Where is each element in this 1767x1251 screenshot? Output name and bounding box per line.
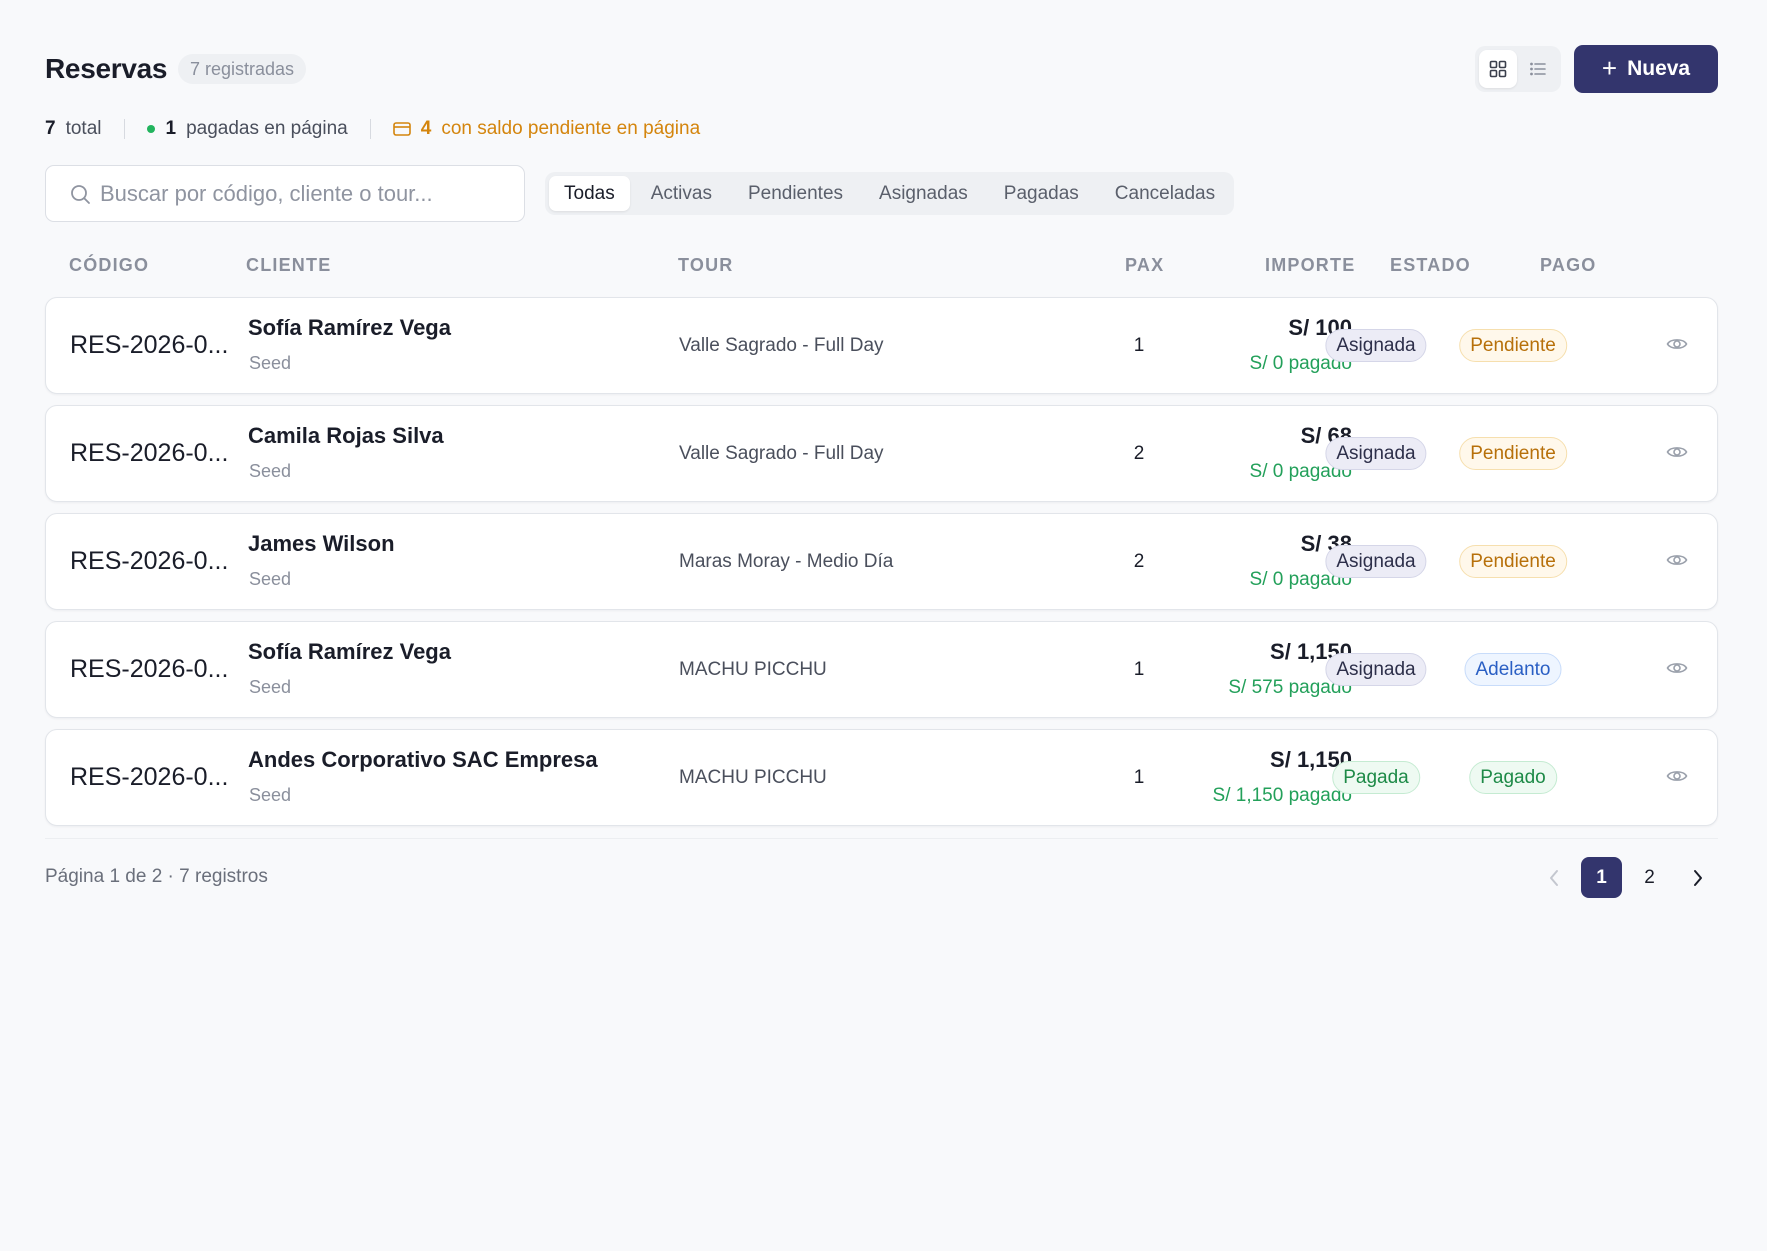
- client-source: Seed: [249, 461, 292, 481]
- pax-count: 2: [1133, 551, 1145, 572]
- divider: [45, 838, 1718, 839]
- payment-badge: Pagado: [1469, 761, 1557, 794]
- client-name: Sofía Ramírez Vega: [248, 315, 451, 340]
- filter-tab-asignadas[interactable]: Asignadas: [864, 176, 983, 211]
- reservation-code: RES-2026-0...: [70, 763, 229, 791]
- table-row[interactable]: RES-2026-0... James Wilson Seed Maras Mo…: [45, 513, 1718, 610]
- client-name: Sofía Ramírez Vega: [248, 639, 451, 664]
- table-row[interactable]: RES-2026-0... Sofía Ramírez Vega Seed MA…: [45, 621, 1718, 718]
- status-badge: Pagada: [1332, 761, 1420, 794]
- client-source: Seed: [249, 677, 292, 697]
- search-icon: [71, 185, 90, 204]
- status-badge: Asignada: [1325, 329, 1427, 362]
- column-header-client[interactable]: CLIENTE: [246, 255, 331, 276]
- credit-card-icon: [392, 122, 411, 136]
- payment-badge: Pendiente: [1459, 437, 1567, 470]
- filter-tab-canceladas[interactable]: Canceladas: [1100, 176, 1230, 211]
- count-badge: 7 registradas: [178, 54, 307, 84]
- table-header: CÓDIGO CLIENTE TOUR PAX IMPORTE ESTADO P…: [45, 255, 1718, 279]
- search-box: [45, 165, 525, 222]
- reservation-code: RES-2026-0...: [70, 547, 229, 575]
- prev-page-button[interactable]: [1533, 857, 1574, 898]
- list-icon: [1530, 62, 1546, 76]
- client-source: Seed: [249, 353, 292, 373]
- column-header-code[interactable]: CÓDIGO: [69, 255, 149, 276]
- eye-icon[interactable]: [1666, 768, 1688, 784]
- page-button-1[interactable]: 1: [1581, 857, 1622, 898]
- reservation-code: RES-2026-0...: [70, 439, 229, 467]
- payment-badge: Pendiente: [1459, 545, 1567, 578]
- list-view-button[interactable]: [1519, 50, 1557, 88]
- plus-icon: +: [1601, 53, 1618, 83]
- tour-name: Valle Sagrado - Full Day: [679, 443, 884, 464]
- next-page-button[interactable]: [1677, 857, 1718, 898]
- pagination-info: Página 1 de 2 · 7 registros: [45, 866, 268, 887]
- page-header: Reservas 7 registradas + Nueva: [45, 45, 1718, 95]
- client-name: James Wilson: [248, 531, 395, 556]
- filter-tab-pagadas[interactable]: Pagadas: [989, 176, 1094, 211]
- search-input[interactable]: [100, 166, 510, 221]
- pagination: 1 2: [1526, 857, 1718, 898]
- column-header-tour[interactable]: TOUR: [678, 255, 733, 276]
- grid-view-button[interactable]: [1479, 50, 1517, 88]
- client-source: Seed: [249, 785, 292, 805]
- filter-tab-pendientes[interactable]: Pendientes: [733, 176, 858, 211]
- stat-total: 7 total: [45, 118, 102, 139]
- filter-tab-todas[interactable]: Todas: [549, 176, 630, 211]
- stat-pending: 4 con saldo pendiente en página: [420, 118, 701, 139]
- status-badge: Asignada: [1325, 653, 1427, 686]
- table-row[interactable]: RES-2026-0... Camila Rojas Silva Seed Va…: [45, 405, 1718, 502]
- page-title: Reservas: [45, 53, 168, 84]
- tour-name: Valle Sagrado - Full Day: [679, 335, 884, 356]
- client-name: Camila Rojas Silva: [248, 423, 444, 448]
- amount-paid: S/ 1,150 pagado: [1212, 785, 1352, 806]
- filter-tab-activas[interactable]: Activas: [636, 176, 727, 211]
- column-header-payment[interactable]: PAGO: [1540, 255, 1596, 276]
- eye-icon[interactable]: [1666, 660, 1688, 676]
- client-source: Seed: [249, 569, 292, 589]
- pax-count: 1: [1133, 335, 1145, 356]
- table-row[interactable]: RES-2026-0... Andes Corporativo SAC Empr…: [45, 729, 1718, 826]
- stat-paid: 1 pagadas en página: [165, 118, 348, 139]
- reservation-code: RES-2026-0...: [70, 655, 229, 683]
- pax-count: 2: [1133, 443, 1145, 464]
- divider: [123, 119, 125, 139]
- divider: [369, 119, 371, 139]
- view-toggle: [1475, 46, 1561, 92]
- table-row[interactable]: RES-2026-0... Sofía Ramírez Vega Seed Va…: [45, 297, 1718, 394]
- tour-name: MACHU PICCHU: [679, 659, 827, 680]
- eye-icon[interactable]: [1666, 552, 1688, 568]
- grid-icon: [1489, 60, 1507, 78]
- client-name: Andes Corporativo SAC Empresa: [248, 747, 598, 772]
- chevron-right-icon: [1693, 869, 1702, 886]
- new-reservation-button[interactable]: + Nueva: [1574, 45, 1718, 93]
- status-badge: Asignada: [1325, 545, 1427, 578]
- reservation-code: RES-2026-0...: [70, 331, 229, 359]
- payment-badge: Pendiente: [1459, 329, 1567, 362]
- new-button-label: Nueva: [1627, 57, 1691, 80]
- payment-badge: Adelanto: [1464, 653, 1562, 686]
- paid-dot-icon: [146, 125, 155, 133]
- stats-bar: 7 total 1 pagadas en página 4 con saldo pen…: [45, 116, 700, 142]
- pax-count: 1: [1133, 659, 1145, 680]
- tour-name: MACHU PICCHU: [679, 767, 827, 788]
- status-filter-tabs: Todas Activas Pendientes Asignadas Pagad…: [545, 172, 1235, 215]
- tour-name: Maras Moray - Medio Día: [679, 551, 894, 572]
- status-badge: Asignada: [1325, 437, 1427, 470]
- eye-icon[interactable]: [1666, 336, 1688, 352]
- column-header-status[interactable]: ESTADO: [1390, 255, 1471, 276]
- eye-icon[interactable]: [1666, 444, 1688, 460]
- page-button-2[interactable]: 2: [1629, 857, 1670, 898]
- chevron-left-icon: [1549, 869, 1558, 886]
- pax-count: 1: [1133, 767, 1145, 788]
- column-header-amount[interactable]: IMPORTE: [1265, 255, 1355, 276]
- column-header-pax[interactable]: PAX: [1125, 255, 1164, 276]
